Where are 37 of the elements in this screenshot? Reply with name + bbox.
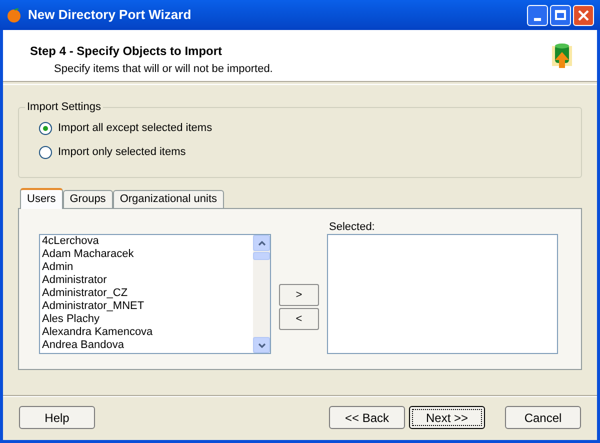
dialog-button[interactable]: << Back <box>329 406 405 429</box>
list-item[interactable]: Admin <box>42 261 253 274</box>
list-item[interactable]: Administrator <box>42 274 253 287</box>
radio-label: Import only selected items <box>58 144 186 160</box>
window-title: New Directory Port Wizard <box>28 6 192 24</box>
step-subtitle: Specify items that will or will not be imported. <box>53 62 273 77</box>
close-button[interactable] <box>573 4 594 26</box>
radio-button[interactable] <box>39 122 52 134</box>
group-title: Import Settings <box>26 100 102 115</box>
next-button[interactable]: Next >> <box>409 406 485 429</box>
selected-label: Selected: <box>328 220 376 234</box>
list-item[interactable]: 4cLerchova <box>42 235 253 248</box>
tab[interactable]: Groups <box>62 190 113 208</box>
list-item[interactable]: Adam Macharacek <box>42 248 253 261</box>
radio-label: Import all except selected items <box>58 120 212 136</box>
list-item[interactable]: Ales Plachy <box>42 313 253 326</box>
move-button[interactable]: < <box>279 308 319 330</box>
scrollbar[interactable] <box>253 235 270 353</box>
list-item[interactable]: Andrea Bandova <box>42 339 253 352</box>
dialog-button[interactable]: Help <box>19 406 95 429</box>
list-item[interactable]: Administrator_CZ <box>42 287 253 300</box>
chevron-down-icon <box>258 342 266 348</box>
app-icon <box>6 7 22 23</box>
database-arrow-icon <box>549 42 575 70</box>
close-icon <box>578 10 589 20</box>
chevron-up-icon <box>258 240 266 246</box>
minimize-button[interactable] <box>527 4 548 26</box>
list-item[interactable]: Administrator_MNET <box>42 300 253 313</box>
scroll-thumb[interactable] <box>253 252 270 260</box>
radio-button[interactable] <box>39 146 52 158</box>
list-item[interactable]: Alexandra Kamencova <box>42 326 253 339</box>
tab[interactable]: Users <box>20 188 63 209</box>
dialog-button[interactable]: Cancel <box>505 406 581 429</box>
step-title: Step 4 - Specify Objects to Import <box>30 43 224 60</box>
maximize-button[interactable] <box>550 4 571 26</box>
tab[interactable]: Organizational units <box>112 190 224 208</box>
move-button[interactable]: > <box>279 284 319 306</box>
